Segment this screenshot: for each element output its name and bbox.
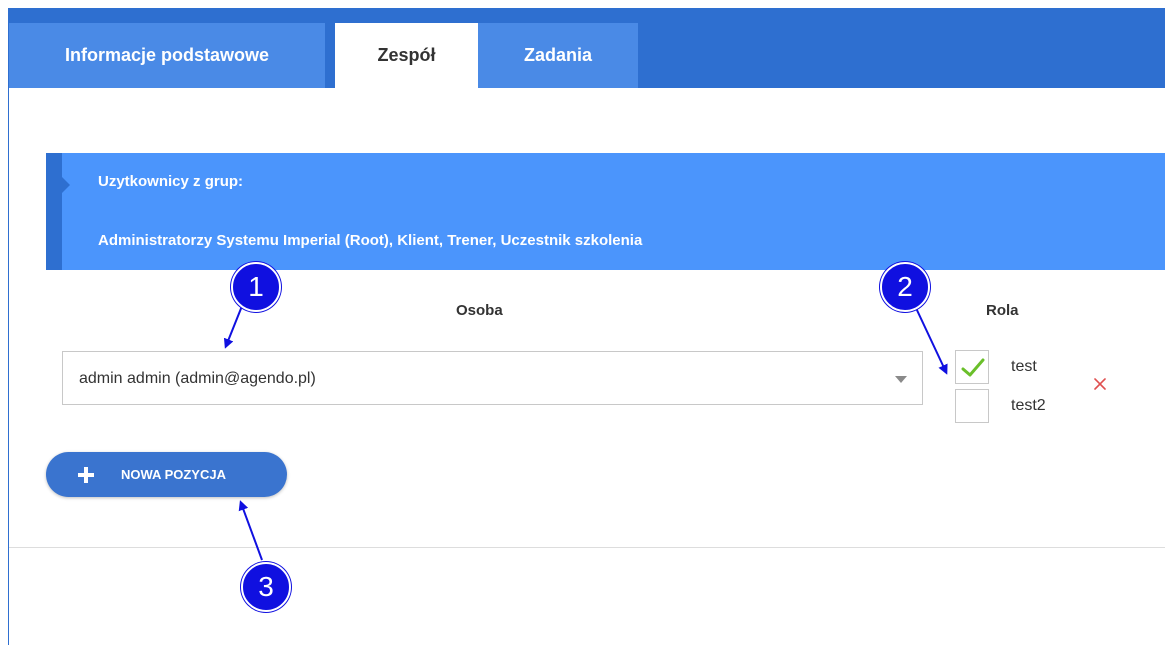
section-divider: [9, 547, 1165, 548]
role-label-test2: test2: [1011, 397, 1046, 414]
tab-informacje-podstawowe[interactable]: Informacje podstawowe: [9, 23, 325, 88]
user-groups-info-box: Uzytkownicy z grup: Administratorzy Syst…: [46, 153, 1165, 270]
frame-border: [8, 8, 9, 645]
role-label-test: test: [1011, 358, 1037, 375]
annotation-badge-1: 1: [231, 262, 281, 312]
annotation-arrows: [223, 305, 948, 561]
plus-icon: [78, 467, 94, 483]
info-box-title: Uzytkownicy z grup:: [98, 173, 244, 190]
annotation-arrow-3: [238, 500, 263, 561]
tab-zespol[interactable]: Zespół: [335, 23, 478, 88]
person-select-value: admin admin (admin@agendo.pl): [79, 370, 316, 387]
info-box-accent-strip: [46, 153, 62, 270]
dropdown-caret-icon: [895, 376, 907, 383]
tab-bar: Informacje podstawowe Zespół Zadania: [9, 8, 1165, 88]
role-checkbox-test[interactable]: [955, 350, 989, 384]
role-checkbox-test2[interactable]: [955, 389, 989, 423]
annotation-badge-3: 3: [241, 562, 291, 612]
column-header-role: Rola: [986, 302, 1019, 319]
tab-zadania[interactable]: Zadania: [478, 23, 638, 88]
close-icon[interactable]: [1090, 374, 1110, 394]
person-select[interactable]: admin admin (admin@agendo.pl): [62, 351, 923, 405]
add-position-label: NOWA POZYCJA: [121, 467, 226, 482]
add-position-button[interactable]: NOWA POZYCJA: [46, 452, 287, 497]
check-icon: [961, 358, 985, 377]
info-box-notch: [62, 177, 70, 193]
info-box-groups: Administratorzy Systemu Imperial (Root),…: [98, 232, 643, 249]
annotation-arrow-1: [223, 305, 243, 349]
annotation-badge-2: 2: [880, 262, 930, 312]
column-header-person: Osoba: [456, 302, 503, 319]
